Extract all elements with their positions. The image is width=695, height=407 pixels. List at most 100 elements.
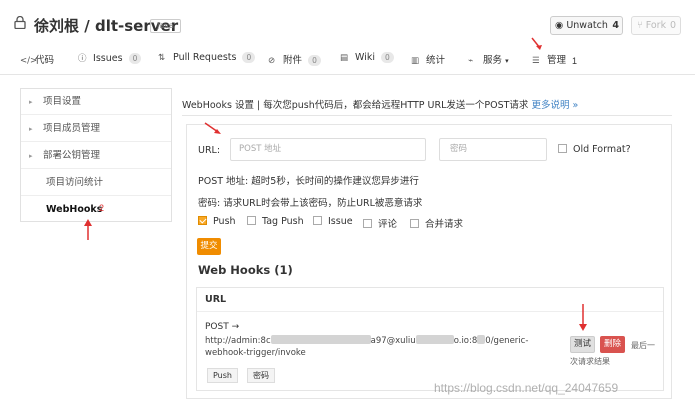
- webhooks-header: WebHooks 设置 | 每次您push代码后，都会给远程HTTP URL发送…: [182, 97, 578, 111]
- sidebar-item-label: WebHooks: [46, 204, 103, 215]
- tab-wiki[interactable]: ▤ Wiki 0: [340, 52, 394, 68]
- tab-label: 服务: [483, 55, 503, 66]
- password-input[interactable]: 密码: [439, 138, 547, 161]
- tab-count: 0: [242, 52, 256, 63]
- event-label: Issue: [328, 216, 353, 227]
- sidebar-item-label: 部署公钥管理: [43, 150, 101, 161]
- issue-checkbox[interactable]: [313, 216, 322, 225]
- watch-count: 4: [612, 20, 619, 31]
- unwatch-button[interactable]: ◉ Unwatch 4: [550, 16, 623, 35]
- pulse-icon: ⌁: [468, 56, 474, 66]
- repo-nav: </> 代码 ⓘ Issues 0 ⇅ Pull Requests 0 ⊘ 附件…: [0, 50, 695, 72]
- redacted-block: [415, 335, 454, 344]
- tab-label: 统计: [426, 55, 446, 66]
- annotation-arrow-url: [204, 122, 221, 134]
- tab-attachments[interactable]: ⊘ 附件 0: [268, 52, 321, 68]
- old-format-label: Old Format?: [573, 144, 631, 155]
- watermark: https://blog.csdn.net/qq_24047659: [434, 381, 619, 395]
- push-checkbox[interactable]: [198, 216, 207, 225]
- fork-button[interactable]: ⑂ Fork 0: [631, 16, 681, 35]
- settings-sidebar: ▸ 项目设置 ▸ 项目成员管理 ▸ 部署公钥管理 项目访问统计 WebHooks: [20, 88, 172, 222]
- pull-request-icon: ⇅: [158, 53, 166, 63]
- sidebar-item-project-settings[interactable]: ▸ 项目设置: [21, 89, 171, 115]
- event-label: Push: [213, 216, 236, 227]
- hook-tag-push: Push: [207, 368, 238, 383]
- redacted-block: [270, 335, 371, 344]
- delete-button[interactable]: 删除: [600, 336, 625, 353]
- header-divider: [182, 115, 672, 116]
- tab-code[interactable]: </> 代码: [20, 52, 54, 68]
- chevron-right-icon: ▸: [29, 125, 33, 133]
- sidebar-item-members[interactable]: ▸ 项目成员管理: [21, 116, 171, 142]
- sidebar-item-label: 项目访问统计: [46, 177, 104, 188]
- old-format-option[interactable]: Old Format?: [558, 144, 631, 155]
- tab-label: Pull Requests: [173, 52, 237, 63]
- chevron-right-icon: ▸: [29, 98, 33, 106]
- event-push[interactable]: Push: [198, 216, 236, 227]
- hook-url-part: webhook-trigger/invoke: [205, 348, 306, 358]
- repo-owner[interactable]: 徐刘根: [34, 17, 79, 35]
- last-request-label[interactable]: 最后一: [631, 340, 655, 351]
- fork-icon: ⑂: [637, 20, 643, 31]
- event-merge-request[interactable]: 合并请求: [410, 216, 463, 230]
- language-badge: Java: [150, 19, 181, 33]
- sidebar-item-deploy-keys[interactable]: ▸ 部署公钥管理: [21, 143, 171, 169]
- hook-url-part: o.io:8: [453, 336, 478, 346]
- repo-header: 徐刘根 / dlt-server Java ◉ Unwatch 4 ⑂ Fork…: [0, 0, 695, 42]
- tab-services[interactable]: ⌁ 服务 ▾: [468, 52, 509, 68]
- fork-label: Fork: [645, 20, 667, 31]
- event-comment[interactable]: 评论: [363, 216, 397, 230]
- repo-separator: /: [84, 17, 90, 35]
- manage-icon: ☰: [532, 56, 540, 66]
- merge-request-checkbox[interactable]: [410, 219, 419, 228]
- sidebar-item-webhooks[interactable]: WebHooks: [21, 197, 171, 223]
- tab-label: 代码: [35, 55, 55, 66]
- tab-manage[interactable]: ☰ 管理: [532, 52, 566, 68]
- url-column-header: URL: [197, 288, 663, 312]
- eye-icon: ◉: [555, 20, 564, 31]
- old-format-checkbox[interactable]: [558, 144, 567, 153]
- test-button[interactable]: 测试: [570, 336, 595, 353]
- webhooks-description: WebHooks 设置 | 每次您push代码后，都会给远程HTTP URL发送…: [182, 100, 529, 111]
- issue-icon: ⓘ: [78, 54, 87, 64]
- hook-url-part: http://admin:8c: [205, 336, 271, 346]
- tab-issues[interactable]: ⓘ Issues 0: [78, 52, 142, 68]
- tag-push-checkbox[interactable]: [247, 216, 256, 225]
- annotation-arrow-test: [579, 304, 587, 331]
- hook-url[interactable]: http://admin:8c a97@xuliu o.io:8 0/generic-…: [205, 335, 565, 359]
- code-icon: </>: [20, 56, 38, 66]
- sidebar-item-label: 项目设置: [43, 96, 82, 107]
- chevron-right-icon: ▸: [29, 152, 33, 160]
- post-url-input[interactable]: POST 地址: [230, 138, 426, 161]
- attachment-icon: ⊘: [268, 56, 276, 66]
- annotation-2: 2: [99, 203, 105, 213]
- url-label: URL:: [198, 145, 221, 156]
- more-info-link[interactable]: 更多说明 »: [531, 100, 578, 111]
- hook-url-part: a97@xuliu: [370, 336, 416, 346]
- hook-url-part: 0/generic-: [485, 336, 529, 346]
- fork-count: 0: [669, 20, 676, 31]
- sidebar-item-label: 项目成员管理: [43, 123, 101, 134]
- submit-button[interactable]: 提交: [197, 238, 221, 255]
- last-request-result[interactable]: 次请求结果: [570, 356, 610, 367]
- hook-tag-password: 密码: [247, 368, 275, 383]
- tab-count: 0: [128, 53, 142, 64]
- event-label: 评论: [378, 219, 398, 230]
- tab-stats[interactable]: ▥ 统计: [411, 52, 445, 68]
- tab-count: 0: [308, 55, 321, 66]
- webhooks-list-title: Web Hooks (1): [198, 263, 293, 277]
- chart-icon: ▥: [411, 56, 420, 66]
- event-label: Tag Push: [262, 216, 304, 227]
- event-tag-push[interactable]: Tag Push: [247, 216, 304, 227]
- tab-label: 附件: [283, 55, 303, 66]
- unwatch-label: Unwatch: [566, 20, 608, 31]
- sidebar-item-access-stats[interactable]: 项目访问统计: [21, 170, 171, 196]
- caret-down-icon: ▾: [505, 57, 509, 65]
- lock-icon: [14, 16, 26, 29]
- comment-checkbox[interactable]: [363, 219, 372, 228]
- event-issue[interactable]: Issue: [313, 216, 353, 227]
- nav-divider: [0, 74, 695, 75]
- tab-pull-requests[interactable]: ⇅ Pull Requests 0: [158, 52, 256, 68]
- tab-count: 0: [381, 52, 394, 63]
- password-note: 密码: 请求URL时会带上该密码，防止URL被恶意请求: [198, 198, 423, 209]
